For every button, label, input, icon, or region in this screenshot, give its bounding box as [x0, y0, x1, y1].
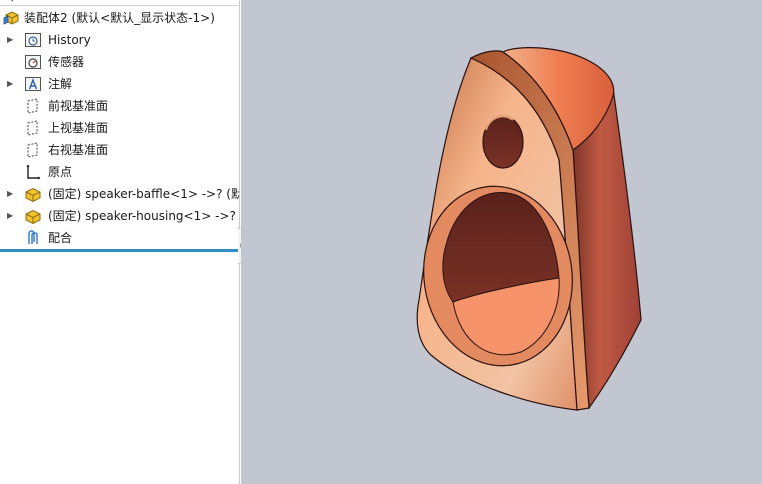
tree-item-label: 原点	[48, 165, 73, 179]
expand-caret-icon[interactable]: ▶	[7, 34, 17, 46]
feature-manager-tree: ▾ 装配体2 (默认<默认_显示状态-1>) ▶ History 传感器 ▶ 注…	[0, 0, 240, 484]
rollback-bar[interactable]	[0, 249, 238, 252]
tree-item-label: 注解	[48, 77, 73, 91]
part-icon	[24, 185, 42, 203]
tree-item-label: 右视基准面	[48, 143, 109, 157]
filter-icon[interactable]: ▾	[10, 0, 15, 5]
assembly-icon	[3, 9, 21, 27]
graphics-area[interactable]	[241, 0, 762, 484]
tree-item-sensors[interactable]: 传感器	[0, 51, 239, 73]
tree-item-speaker-housing[interactable]: ▶ (固定) speaker-housing<1> ->? (	[0, 205, 240, 227]
plane-icon	[24, 97, 42, 115]
expand-caret-icon[interactable]: ▶	[7, 210, 17, 222]
mates-icon	[24, 229, 42, 247]
filter-bar[interactable]: ▾	[0, 0, 239, 6]
tree-item-label: 前视基准面	[48, 99, 109, 113]
tree-item-mates[interactable]: 配合	[0, 227, 239, 249]
tree-item-right-plane[interactable]: 右视基准面	[0, 139, 239, 161]
tree-item-front-plane[interactable]: 前视基准面	[0, 95, 239, 117]
tree-item-top-plane[interactable]: 上视基准面	[0, 117, 239, 139]
tree-root-assembly[interactable]: 装配体2 (默认<默认_显示状态-1>)	[0, 7, 239, 29]
expand-caret-icon[interactable]: ▶	[7, 188, 17, 200]
tree-item-label: 传感器	[48, 55, 85, 69]
plane-icon	[24, 119, 42, 137]
expand-caret-icon[interactable]: ▶	[7, 78, 17, 90]
tree-item-annotations[interactable]: ▶ 注解	[0, 73, 239, 95]
tree-item-speaker-baffle[interactable]: ▶ (固定) speaker-baffle<1> ->? (默	[0, 183, 240, 205]
speaker-model[interactable]	[241, 0, 762, 484]
tree-item-origin[interactable]: 原点	[0, 161, 239, 183]
history-folder-icon	[24, 31, 42, 49]
tree-item-history[interactable]: ▶ History	[0, 29, 239, 51]
part-icon	[24, 207, 42, 225]
tree-item-label: (固定) speaker-housing<1> ->? (	[48, 209, 240, 223]
sensor-folder-icon	[24, 53, 42, 71]
annotation-folder-icon	[24, 75, 42, 93]
tree-item-label: (固定) speaker-baffle<1> ->? (默	[48, 187, 240, 201]
plane-icon	[24, 141, 42, 159]
tree-item-label: History	[48, 33, 91, 47]
origin-icon	[24, 163, 42, 181]
assembly-label: 装配体2 (默认<默认_显示状态-1>)	[24, 11, 215, 25]
tree-item-label: 上视基准面	[48, 121, 109, 135]
tree-item-label: 配合	[48, 231, 73, 245]
